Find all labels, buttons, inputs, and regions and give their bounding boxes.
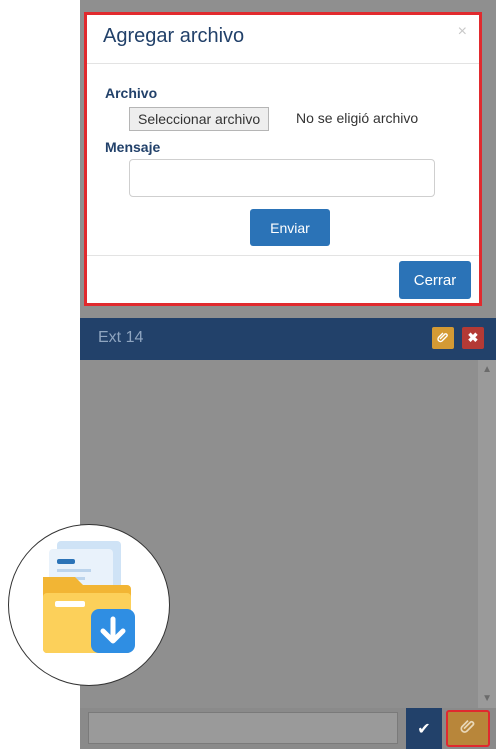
file-label: Archivo (105, 85, 158, 101)
chat-header: Ext 14 ✖ (80, 318, 496, 360)
close-button[interactable]: Cerrar (399, 261, 471, 299)
file-status-text: No se eligió archivo (296, 110, 419, 126)
add-file-modal: Agregar archivo × Archivo Seleccionar ar… (84, 12, 482, 306)
paperclip-icon (437, 331, 449, 346)
chat-title: Ext 14 (98, 329, 144, 346)
send-message-button[interactable]: ✔ (406, 708, 442, 749)
chat-input-bar: ✔ (80, 708, 496, 749)
select-file-button[interactable]: Seleccionar archivo (129, 107, 270, 131)
message-label: Mensaje (105, 139, 161, 155)
header-attach-button[interactable] (432, 327, 454, 349)
paperclip-icon (460, 718, 476, 739)
attach-file-button[interactable] (446, 710, 490, 747)
modal-close-x-icon[interactable]: × (458, 23, 467, 41)
chat-scrollbar[interactable]: ▲ ▼ (478, 360, 496, 708)
close-icon: ✖ (467, 330, 479, 345)
modal-footer-divider (87, 255, 479, 256)
send-button[interactable]: Enviar (250, 209, 330, 246)
scroll-down-icon[interactable]: ▼ (482, 693, 492, 704)
folder-badge (8, 524, 170, 686)
header-close-button[interactable]: ✖ (462, 327, 484, 349)
check-icon: ✔ (417, 720, 431, 738)
chat-message-input[interactable] (88, 712, 398, 744)
modal-header-divider (87, 63, 479, 64)
message-input[interactable] (129, 159, 435, 197)
modal-title: Agregar archivo (103, 25, 245, 47)
scroll-up-icon[interactable]: ▲ (482, 364, 492, 375)
